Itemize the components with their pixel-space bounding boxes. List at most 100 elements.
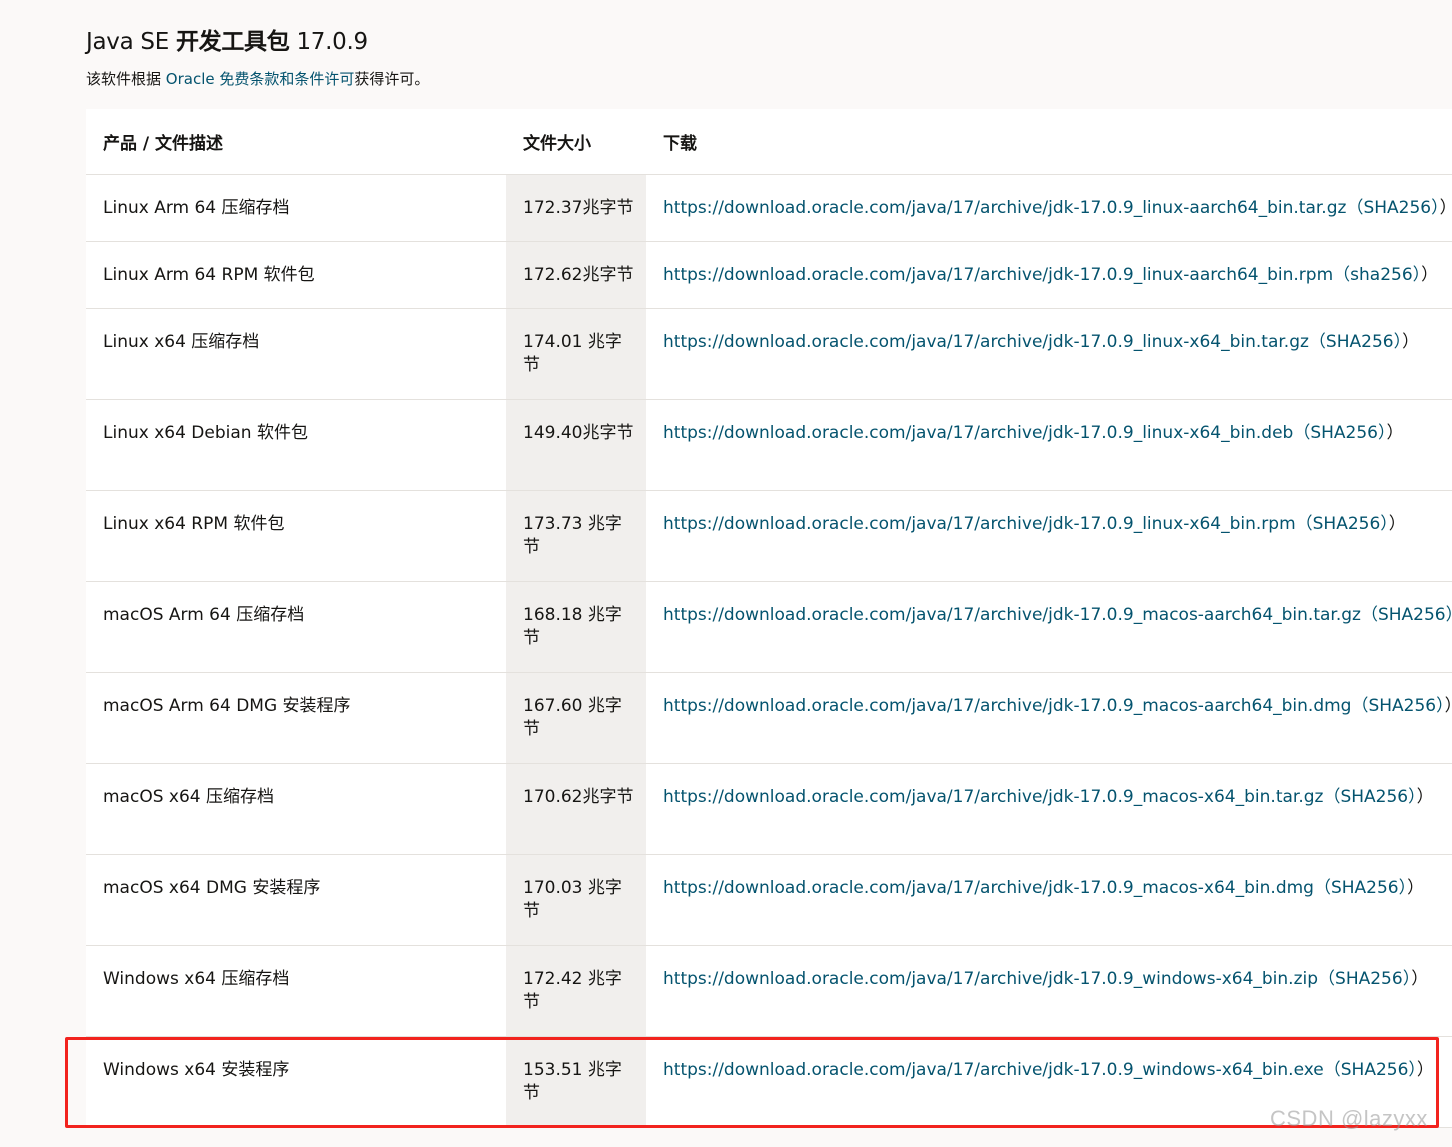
checksum-link[interactable]: SHA256 <box>1378 605 1446 625</box>
checksum-link[interactable]: sha256 <box>1350 265 1413 285</box>
download-cell: https://download.oracle.com/java/17/arch… <box>646 174 1452 242</box>
file-description: macOS Arm 64 压缩存档 <box>86 581 506 673</box>
download-link[interactable]: https://download.oracle.com/java/17/arch… <box>663 1060 1324 1080</box>
checksum-open-paren: （ <box>1323 787 1341 807</box>
download-link[interactable]: https://download.oracle.com/java/17/arch… <box>663 878 1314 898</box>
close-paren: ） <box>1402 332 1420 352</box>
close-paren: ） <box>1411 969 1429 989</box>
file-size: 172.42 兆字节 <box>506 945 646 1037</box>
table-row: macOS Arm 64 压缩存档 168.18 兆字节 https://downl… <box>86 581 1452 673</box>
table-row: Linux Arm 64 压缩存档 172.37兆字节 https://downlo… <box>86 174 1452 242</box>
table-row: macOS Arm 64 DMG 安装程序 167.60 兆字节 https://d… <box>86 672 1452 764</box>
close-paren: ） <box>1416 1060 1434 1080</box>
checksum-link[interactable]: SHA256 <box>1340 787 1408 807</box>
license-text-after: 获得许可。 <box>354 70 430 88</box>
checksum-close-paren: ） <box>1393 332 1403 352</box>
download-link[interactable]: https://download.oracle.com/java/17/arch… <box>663 787 1323 807</box>
download-link[interactable]: https://download.oracle.com/java/17/arch… <box>663 696 1351 716</box>
file-size: 170.62兆字节 <box>506 763 646 855</box>
file-size: 167.60 兆字节 <box>506 672 646 764</box>
table-row: macOS x64 DMG 安装程序 170.03 兆字节 https://down… <box>86 854 1452 946</box>
download-link[interactable]: https://download.oracle.com/java/17/arch… <box>663 423 1293 443</box>
checksum-close-paren: ） <box>1436 696 1445 716</box>
table-row: Linux x64 Debian 软件包 149.40兆字节 https://dow… <box>86 399 1452 491</box>
checksum-open-paren: （ <box>1351 696 1369 716</box>
table-row: Linux x64 RPM 软件包 173.73 兆字节 https://downl… <box>86 490 1452 582</box>
checksum-link[interactable]: SHA256 <box>1335 969 1403 989</box>
checksum-close-paren: ） <box>1398 878 1408 898</box>
file-size: 174.01 兆字节 <box>506 308 646 400</box>
file-size: 173.73 兆字节 <box>506 490 646 582</box>
checksum-link[interactable]: SHA256 <box>1368 696 1436 716</box>
checksum-open-paren: （ <box>1293 423 1311 443</box>
checksum-link[interactable]: SHA256 <box>1326 332 1394 352</box>
checksum-link[interactable]: SHA256 <box>1313 514 1381 534</box>
checksum-link[interactable]: SHA256 <box>1363 198 1431 218</box>
table-row: Windows x64 安装程序 153.51 兆字节 https://downlo… <box>86 1036 1452 1128</box>
checksum-open-paren: （ <box>1318 969 1336 989</box>
checksum-open-paren: （ <box>1313 878 1331 898</box>
download-cell: https://download.oracle.com/java/17/arch… <box>646 241 1452 309</box>
file-size: 172.62兆字节 <box>506 241 646 309</box>
checksum-open-paren: （ <box>1308 332 1326 352</box>
download-link[interactable]: https://download.oracle.com/java/17/arch… <box>663 265 1333 285</box>
checksum-open-paren: （ <box>1360 605 1378 625</box>
close-paren: ） <box>1445 696 1452 716</box>
table-row: Linux Arm 64 RPM 软件包 172.62兆字节 https://dow… <box>86 241 1452 309</box>
page-title: Java SE 开发工具包 17.0.9 <box>86 24 429 60</box>
checksum-close-paren: ） <box>1380 514 1389 534</box>
column-header-description: 产品 / 文件描述 <box>86 109 506 175</box>
title-suffix: 17.0.9 <box>289 29 368 55</box>
download-cell: https://download.oracle.com/java/17/arch… <box>646 308 1452 400</box>
download-cell: https://download.oracle.com/java/17/arch… <box>646 945 1452 1037</box>
close-paren: ） <box>1416 787 1434 807</box>
download-link[interactable]: https://download.oracle.com/java/17/arch… <box>663 514 1296 534</box>
download-cell: https://download.oracle.com/java/17/arch… <box>646 399 1452 491</box>
download-link[interactable]: https://download.oracle.com/java/17/arch… <box>663 605 1361 625</box>
column-header-download: 下载 <box>646 109 1452 175</box>
file-size: 170.03 兆字节 <box>506 854 646 946</box>
download-link[interactable]: https://download.oracle.com/java/17/arch… <box>663 332 1309 352</box>
checksum-close-paren: ） <box>1402 969 1412 989</box>
table-row: Linux x64 压缩存档 174.01 兆字节 https://download… <box>86 308 1452 400</box>
checksum-link[interactable]: SHA256 <box>1331 878 1399 898</box>
license-link[interactable]: Oracle 免费条款和条件许可 <box>166 70 355 88</box>
download-link[interactable]: https://download.oracle.com/java/17/arch… <box>663 198 1346 218</box>
title-prefix: Java SE <box>86 29 176 55</box>
download-cell: https://download.oracle.com/java/17/arch… <box>646 490 1452 582</box>
downloads-table: 产品 / 文件描述 文件大小 下载 Linux Arm 64 压缩存档 172.3… <box>86 109 1452 1128</box>
checksum-close-paren: ） <box>1412 265 1422 285</box>
checksum-open-paren: （ <box>1346 198 1364 218</box>
table-row: macOS x64 压缩存档 170.62兆字节 https://download.… <box>86 763 1452 855</box>
file-size: 168.18 兆字节 <box>506 581 646 673</box>
checksum-open-paren: （ <box>1333 265 1351 285</box>
checksum-open-paren: （ <box>1323 1060 1341 1080</box>
file-size: 172.37兆字节 <box>506 174 646 242</box>
file-description: Windows x64 安装程序 <box>86 1036 506 1128</box>
license-line: 该软件根据 Oracle 免费条款和条件许可获得许可。 <box>86 68 429 90</box>
watermark: CSDN @lazyxx <box>1270 1106 1428 1131</box>
checksum-close-paren: ） <box>1431 198 1440 218</box>
checksum-close-paren: ） <box>1408 1060 1417 1080</box>
close-paren: ） <box>1421 265 1439 285</box>
download-cell: https://download.oracle.com/java/17/arch… <box>646 581 1452 673</box>
page-header: Java SE 开发工具包 17.0.9 该软件根据 Oracle 免费条款和条… <box>86 24 429 90</box>
close-paren: ） <box>1386 423 1404 443</box>
file-description: Linux Arm 64 RPM 软件包 <box>86 241 506 309</box>
file-size: 153.51 兆字节 <box>506 1036 646 1128</box>
table-header-row: 产品 / 文件描述 文件大小 下载 <box>86 109 1452 175</box>
column-header-size: 文件大小 <box>506 109 646 175</box>
close-paren: ） <box>1440 198 1452 218</box>
file-description: macOS x64 DMG 安装程序 <box>86 854 506 946</box>
downloads-table-grid: 产品 / 文件描述 文件大小 下载 Linux Arm 64 压缩存档 172.3… <box>86 109 1452 1128</box>
download-link[interactable]: https://download.oracle.com/java/17/arch… <box>663 969 1318 989</box>
close-paren: ） <box>1388 514 1406 534</box>
checksum-link[interactable]: SHA256 <box>1310 423 1378 443</box>
file-description: Linux x64 Debian 软件包 <box>86 399 506 491</box>
checksum-link[interactable]: SHA256 <box>1341 1060 1409 1080</box>
file-description: Windows x64 压缩存档 <box>86 945 506 1037</box>
license-text-before: 该软件根据 <box>86 70 166 88</box>
download-cell: https://download.oracle.com/java/17/arch… <box>646 854 1452 946</box>
download-cell: https://download.oracle.com/java/17/arch… <box>646 672 1452 764</box>
file-description: macOS x64 压缩存档 <box>86 763 506 855</box>
